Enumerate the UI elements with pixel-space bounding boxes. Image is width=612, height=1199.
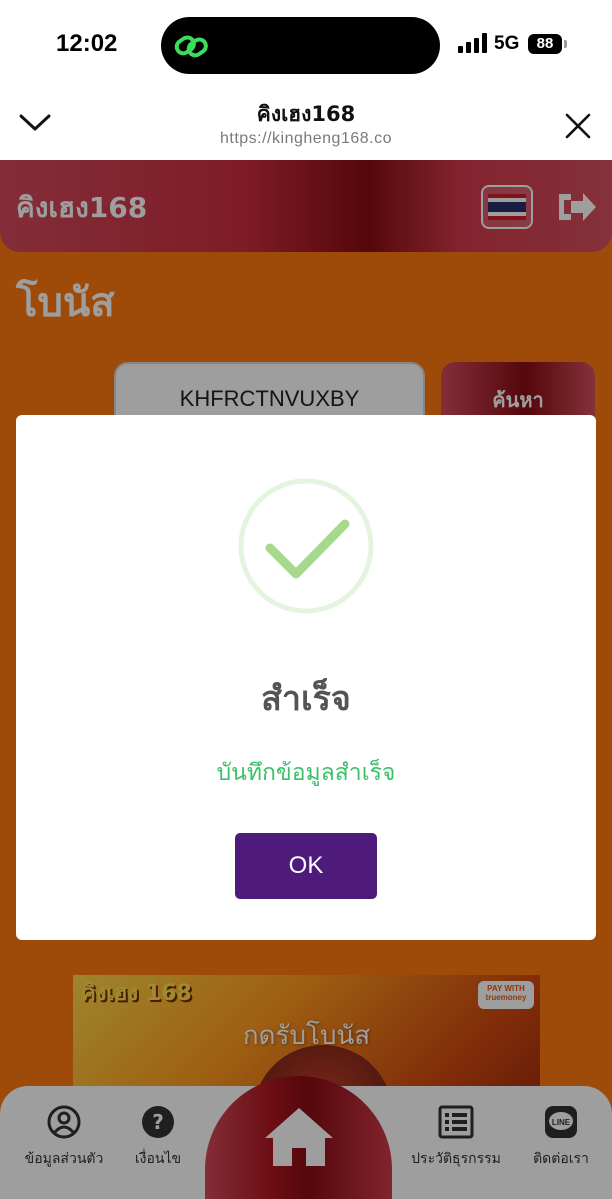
status-time: 12:02 [56,30,118,57]
dialog-title: สำเร็จ [261,679,351,719]
link-icon [174,35,208,58]
browser-header: คิงเฮง168 https://kingheng168.co [0,90,612,160]
battery-icon: 88 [528,34,562,54]
success-check-icon [238,478,374,614]
success-dialog: สำเร็จ บันทึกข้อมูลสำเร็จ OK [16,415,596,940]
battery-tip [564,40,567,48]
browser-url: https://kingheng168.co [219,130,392,147]
status-bar: 12:02 5G 88 [0,0,612,90]
browser-title: คิงเฮง168 [256,102,356,126]
network-type: 5G [494,33,520,54]
cellular-signal-icon [458,33,487,53]
dialog-message: บันทึกข้อมูลสำเร็จ [216,760,396,786]
ok-button[interactable]: OK [235,833,377,899]
close-icon[interactable] [564,112,592,140]
dynamic-island [161,17,440,74]
